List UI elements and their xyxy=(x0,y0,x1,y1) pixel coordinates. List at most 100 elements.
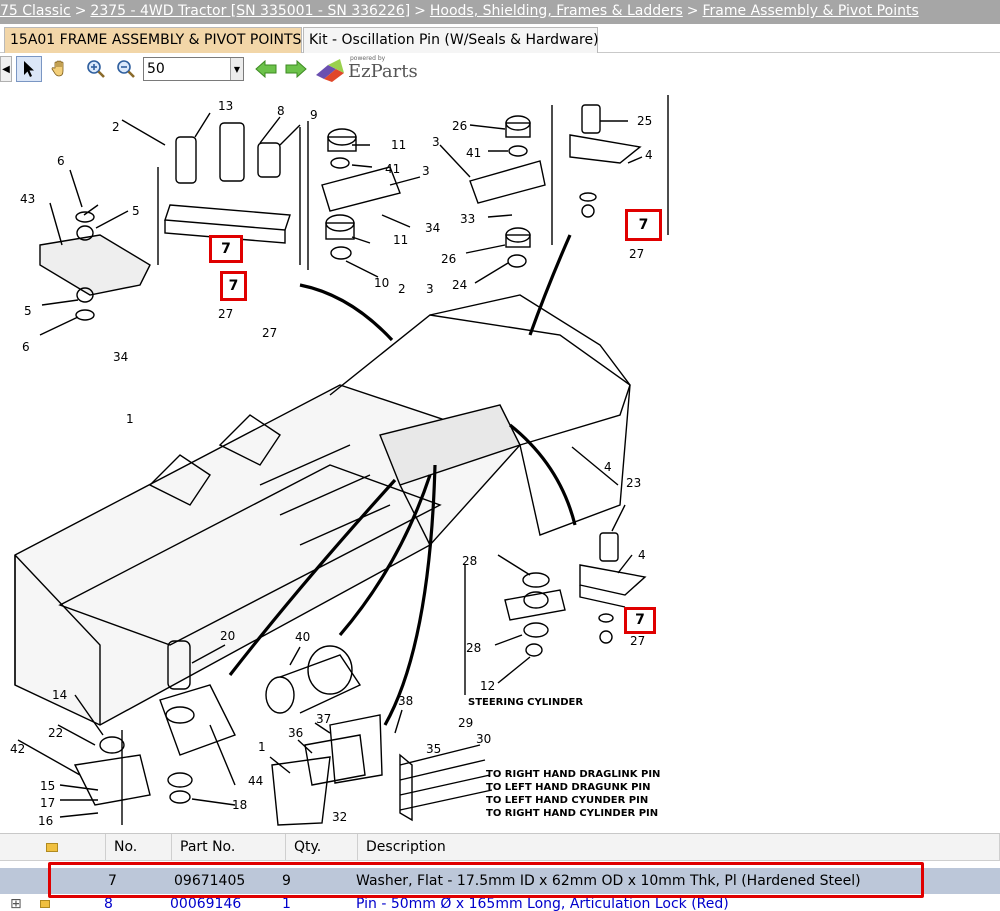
header-description[interactable]: Description xyxy=(358,834,1000,861)
label-28: 28 xyxy=(462,554,477,568)
breadcrumb: 75 Classic >2375 - 4WD Tractor [SN 335001… xyxy=(0,0,1000,24)
label-12: 12 xyxy=(480,679,495,693)
label-30: 30 xyxy=(476,732,491,746)
label-2: 2 xyxy=(112,120,120,134)
ezparts-logo: powered by EzParts xyxy=(314,55,434,83)
label-18: 18 xyxy=(232,798,247,812)
label-34: 34 xyxy=(425,221,440,235)
label-5: 5 xyxy=(132,204,140,218)
breadcrumb-separator: > xyxy=(686,3,699,19)
label-27d: 27 xyxy=(630,634,645,648)
label-33: 33 xyxy=(460,212,475,226)
label-35: 35 xyxy=(426,742,441,756)
collapse-left-icon[interactable]: ◀ xyxy=(0,56,12,82)
label-16: 16 xyxy=(38,814,53,828)
breadcrumb-tractor[interactable]: 2375 - 4WD Tractor [SN 335001 - SN 33622… xyxy=(90,3,410,19)
ezparts-brand: EzParts xyxy=(348,61,418,82)
cell-description: Pin - 50mm Ø x 165mm Long, Articulation … xyxy=(356,896,729,911)
label-8: 8 xyxy=(277,104,285,118)
label-20: 20 xyxy=(220,629,235,643)
back-arrow-icon[interactable] xyxy=(253,56,279,82)
table-row-selected[interactable]: 7 09671405 9 Washer, Flat - 17.5mm ID x … xyxy=(0,868,1000,894)
zoom-input[interactable] xyxy=(144,58,232,80)
breadcrumb-separator: > xyxy=(74,3,87,19)
label-41b: 41 xyxy=(466,146,481,160)
label-10: 10 xyxy=(374,276,389,290)
select-arrow-icon[interactable] xyxy=(16,56,42,82)
label-22: 22 xyxy=(48,726,63,740)
label-36: 36 xyxy=(288,726,303,740)
label-27c: 27 xyxy=(262,326,277,340)
label-32: 32 xyxy=(332,810,347,824)
steering-cylinder-label: STEERING CYLINDER xyxy=(468,697,583,708)
label-27b: 27 xyxy=(218,307,233,321)
ezparts-logo-icon xyxy=(316,59,344,82)
label-5b: 5 xyxy=(24,304,32,318)
chevron-down-icon[interactable]: ▼ xyxy=(230,58,243,80)
label-11b: 11 xyxy=(393,233,408,247)
label-43: 43 xyxy=(20,192,35,206)
callout-7-d[interactable]: 7 xyxy=(624,607,656,634)
note-icon xyxy=(32,896,50,911)
cell-part-no: 09671405 xyxy=(174,873,246,889)
label-40: 40 xyxy=(295,630,310,644)
label-6b: 6 xyxy=(22,340,30,354)
pin-label-4: TO RIGHT HAND CYLINDER PIN xyxy=(486,808,658,819)
cell-no: 7 xyxy=(108,873,117,889)
label-23: 23 xyxy=(626,476,641,490)
zoom-in-icon[interactable] xyxy=(83,56,109,82)
pan-hand-icon[interactable] xyxy=(47,56,73,82)
expand-plus-icon[interactable]: ⊞ xyxy=(2,896,22,911)
folder-icon xyxy=(46,842,58,852)
callout-7-a[interactable]: 7 xyxy=(209,235,243,263)
forward-arrow-icon[interactable] xyxy=(283,56,309,82)
callout-7-b[interactable]: 7 xyxy=(220,271,247,301)
label-42: 42 xyxy=(10,742,25,756)
label-14: 14 xyxy=(52,688,67,702)
label-24: 24 xyxy=(452,278,467,292)
breadcrumb-category[interactable]: Hoods, Shielding, Frames & Ladders xyxy=(430,3,683,19)
pin-label-2: TO LEFT HAND DRAGUNK PIN xyxy=(486,782,651,793)
zoom-out-icon[interactable] xyxy=(113,56,139,82)
table-row[interactable]: ⊞ 8 00069146 1 Pin - 50mm Ø x 165mm Long… xyxy=(0,896,1000,911)
header-no[interactable]: No. xyxy=(106,834,172,861)
label-27: 27 xyxy=(629,247,644,261)
callout-7-c[interactable]: 7 xyxy=(625,209,662,241)
header-part-no[interactable]: Part No. xyxy=(172,834,286,861)
viewer-toolbar: ◀ ▼ powered by EzParts xyxy=(0,53,1000,85)
label-25: 25 xyxy=(637,114,652,128)
header-qty[interactable]: Qty. xyxy=(286,834,358,861)
tab-oscillation-pin-kit[interactable]: Kit - Oscillation Pin (W/Seals & Hardwar… xyxy=(303,27,599,53)
label-1b: 1 xyxy=(258,740,266,754)
pin-label-1: TO RIGHT HAND DRAGLINK PIN xyxy=(486,769,660,780)
label-1: 1 xyxy=(126,412,134,426)
zoom-select[interactable]: ▼ xyxy=(143,57,244,81)
tab-frame-assembly[interactable]: 15A01 FRAME ASSEMBLY & PIVOT POINTS xyxy=(4,27,302,53)
breadcrumb-current[interactable]: Frame Assembly & Pivot Points xyxy=(703,3,919,19)
cell-no: 8 xyxy=(104,896,113,911)
breadcrumb-model[interactable]: 75 Classic xyxy=(0,3,71,19)
label-3: 3 xyxy=(422,164,430,178)
label-3c: 3 xyxy=(426,282,434,296)
parts-diagram[interactable]: 13 8 9 2 11 41 3 34 11 10 26 41 3 33 26 … xyxy=(0,85,1000,828)
cell-qty: 1 xyxy=(282,896,291,911)
parts-table: No. Part No. Qty. Description 7 09671405… xyxy=(0,833,1000,911)
label-3b: 3 xyxy=(432,135,440,149)
label-17: 17 xyxy=(40,796,55,810)
pin-label-3: TO LEFT HAND CYUNDER PIN xyxy=(486,795,648,806)
cell-part-no: 00069146 xyxy=(170,896,242,911)
label-4b: 4 xyxy=(604,460,612,474)
label-28b: 28 xyxy=(466,641,481,655)
label-26: 26 xyxy=(452,119,467,133)
label-37: 37 xyxy=(316,712,331,726)
header-icon-col xyxy=(0,834,106,861)
label-29: 29 xyxy=(458,716,473,730)
label-38: 38 xyxy=(398,694,413,708)
label-4: 4 xyxy=(645,148,653,162)
label-9: 9 xyxy=(310,108,318,122)
cell-description: Washer, Flat - 17.5mm ID x 62mm OD x 10m… xyxy=(356,873,861,889)
label-26b: 26 xyxy=(441,252,456,266)
label-34b: 34 xyxy=(113,350,128,364)
parts-diagram-drawing: 13 8 9 2 11 41 3 34 11 10 26 41 3 33 26 … xyxy=(10,95,669,828)
cell-qty: 9 xyxy=(282,873,291,889)
